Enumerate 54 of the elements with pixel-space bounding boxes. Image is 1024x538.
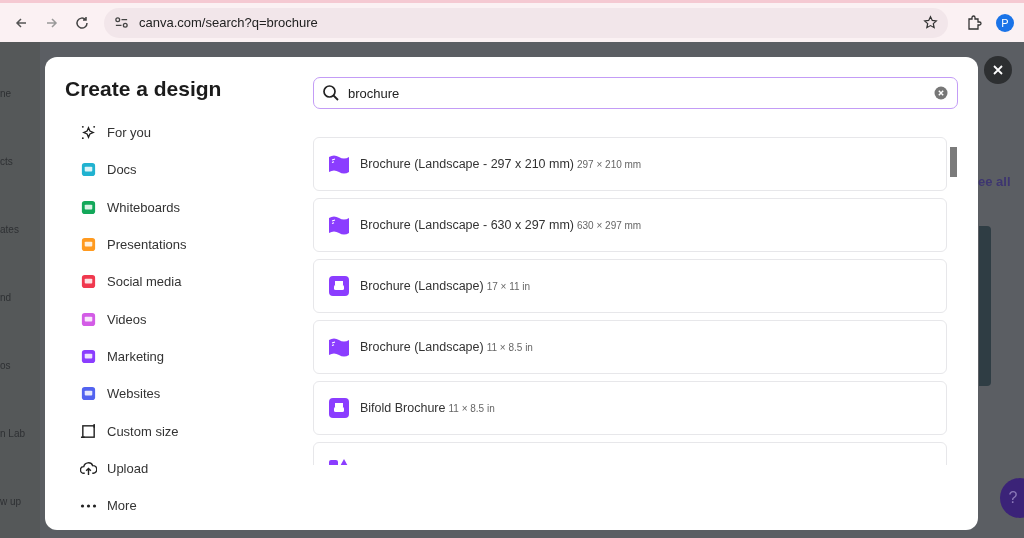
- result-item[interactable]: Brochure (Landscape - 297 x 210 mm) 297 × 210 mm: [313, 137, 947, 191]
- category-item[interactable]: Upload: [65, 449, 313, 487]
- website-icon: [80, 385, 97, 403]
- result-size: 11 × 8.5 in: [448, 402, 495, 414]
- category-item[interactable]: Whiteboards: [65, 188, 313, 226]
- printer-icon: [328, 275, 350, 297]
- url-text: canva.com/search?q=brochure: [139, 15, 319, 30]
- category-item[interactable]: More: [65, 486, 313, 525]
- category-item[interactable]: Custom size: [65, 412, 313, 450]
- result-title: Brochure (Landscape): [360, 340, 484, 354]
- more-icon: [80, 503, 97, 508]
- dialog-title: Create a design: [65, 77, 223, 101]
- profile-avatar[interactable]: P: [996, 13, 1014, 32]
- result-title: Bifold Brochure: [360, 401, 446, 415]
- result-item[interactable]: Brochure (Landscape - 630 x 297 mm) 630 × 297 mm: [313, 198, 947, 252]
- result-size: 11 × 8.5 in: [486, 341, 533, 353]
- marketing-icon: [80, 347, 97, 365]
- social-icon: [80, 273, 97, 291]
- docs-icon: [80, 161, 97, 179]
- category-item[interactable]: Social media: [65, 263, 313, 301]
- whiteboard-icon: [80, 198, 97, 216]
- category-item[interactable]: For you: [65, 114, 313, 152]
- category-item[interactable]: Presentations: [65, 225, 313, 264]
- reload-icon[interactable]: [74, 14, 90, 31]
- star-icon[interactable]: [923, 15, 938, 30]
- presentation-icon: [80, 236, 97, 254]
- folded-page-icon: [328, 214, 350, 236]
- sparkle-icon: [80, 124, 97, 142]
- extensions-icon[interactable]: [966, 14, 982, 31]
- close-button[interactable]: [984, 56, 1012, 84]
- search-field[interactable]: brochure: [313, 77, 958, 109]
- folded-page-icon: [328, 336, 350, 358]
- upload-icon: [80, 459, 97, 477]
- result-item[interactable]: Brochure (Landscape) 11 × 8.5 in: [313, 320, 947, 374]
- category-item[interactable]: Docs: [65, 151, 313, 189]
- result-title: Brochure (Landscape): [360, 279, 484, 293]
- close-icon[interactable]: [992, 64, 1004, 76]
- category-item[interactable]: Marketing: [65, 337, 313, 376]
- result-title: Brochure (Landscape - 297 x 210 mm): [360, 157, 574, 171]
- custom-icon: [80, 422, 97, 440]
- result-size: 17 × 11 in: [486, 280, 531, 292]
- folded-page-icon: [328, 153, 350, 175]
- category-item[interactable]: Websites: [65, 375, 313, 413]
- clear-icon[interactable]: [934, 86, 948, 100]
- result-item[interactable]: Bifold Brochure 11 × 8.5 in: [313, 381, 947, 435]
- category-item[interactable]: Videos: [65, 300, 313, 338]
- result-title: Brochure (Landscape - 630 x 297 mm): [360, 218, 574, 232]
- printer-icon: [328, 397, 350, 419]
- site-settings-icon[interactable]: [114, 15, 129, 30]
- address-bar[interactable]: canva.com/search?q=brochure: [104, 7, 948, 38]
- result-size: 297 × 210 mm: [577, 158, 642, 170]
- result-size: 630 × 297 mm: [577, 219, 642, 231]
- result-item[interactable]: Brochure (Landscape) 17 × 11 in: [313, 259, 947, 313]
- video-icon: [80, 310, 97, 328]
